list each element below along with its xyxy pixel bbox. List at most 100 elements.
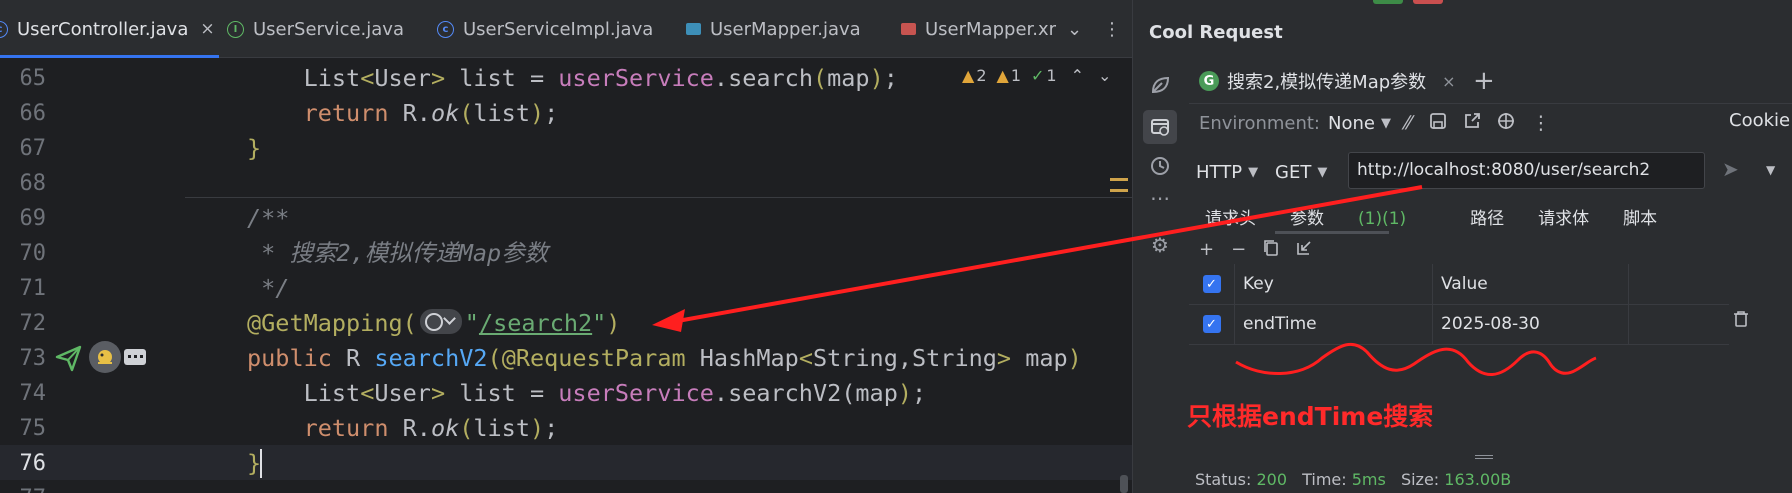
line-number: 70 (19, 241, 47, 266)
bean-icon[interactable] (89, 341, 121, 373)
mapper-icon (686, 23, 701, 35)
tab-user-service[interactable]: I UserService.java (227, 0, 404, 58)
leaf-icon[interactable] (1143, 68, 1177, 102)
chevron-up-icon[interactable]: ⌃ (1071, 66, 1084, 85)
param-value[interactable]: 2025-08-30 (1433, 304, 1629, 344)
save-icon[interactable] (1429, 112, 1447, 135)
code-line-66[interactable]: return R.ok(list); (247, 96, 559, 131)
close-icon[interactable]: × (200, 19, 214, 39)
chevron-down-icon[interactable]: ⌄ (1098, 66, 1111, 85)
mapping-icon[interactable] (124, 349, 146, 365)
method-select[interactable]: GET ▼ (1275, 160, 1327, 184)
method-separator (185, 197, 1132, 198)
code-editor[interactable]: c UserController.java × I UserService.ja… (0, 0, 1132, 493)
tab-user-mapper-xml[interactable]: UserMapper.xr (901, 0, 1056, 58)
more-options-icon[interactable]: ⋮ (1531, 112, 1550, 134)
link-icon[interactable]: ⁄⁄ (1405, 112, 1411, 134)
import-icon[interactable] (1296, 239, 1312, 263)
cookie-tab[interactable]: Cookie (1729, 110, 1790, 131)
interface-icon: I (227, 20, 244, 38)
protocol-select[interactable]: HTTP ▼ (1196, 160, 1258, 184)
tab-body[interactable]: 请求体 (1538, 204, 1589, 230)
line-number: 73 (19, 346, 47, 371)
more-options-icon[interactable]: ⋮ (1103, 0, 1121, 58)
url-input[interactable]: http://localhost:8080/user/search2 (1348, 152, 1705, 189)
environment-selector[interactable]: Environment: None ▼ (1199, 110, 1391, 136)
line-number: 66 (19, 101, 47, 126)
tab-label: UserMapper.xr (925, 18, 1057, 40)
add-tab-button[interactable]: + (1473, 64, 1495, 98)
editor-tab-bar: c UserController.java × I UserService.ja… (0, 0, 1132, 58)
tab-label: UserService.java (253, 18, 404, 40)
tab-label: UserController.java (17, 18, 189, 40)
checkbox-checked-icon: ✓ (1202, 315, 1221, 333)
tab-user-service-impl[interactable]: c UserServiceImpl.java (437, 0, 653, 58)
tab-script[interactable]: 脚本 (1623, 204, 1657, 230)
tab-user-controller[interactable]: c UserController.java × (0, 0, 219, 58)
globe-icon[interactable] (419, 309, 462, 334)
remove-icon[interactable]: − (1231, 239, 1246, 263)
param-key[interactable]: endTime (1235, 304, 1433, 344)
line-number: 65 (19, 66, 47, 91)
copy-icon[interactable] (1263, 239, 1279, 263)
row-checkbox[interactable]: ✓ (1189, 304, 1235, 344)
environment-value: None (1328, 112, 1375, 134)
code-line-71[interactable]: */ (247, 271, 289, 306)
trash-icon[interactable] (1733, 310, 1749, 333)
send-request-icon[interactable] (54, 343, 84, 373)
send-icon[interactable]: ➤ (1722, 157, 1739, 181)
row-divider (1189, 344, 1729, 345)
check-icon: ✓ (1031, 66, 1045, 85)
code-line-70[interactable]: * 搜索2,模拟传递Map参数 (247, 236, 548, 271)
tab-divider (1189, 103, 1792, 104)
request-tab[interactable]: G 搜索2,模拟传递Map参数 × (1199, 64, 1456, 98)
send-options-chevron-icon[interactable]: ▼ (1766, 163, 1775, 177)
warning-icon: ▲ (962, 66, 975, 85)
code-line-75[interactable]: return R.ok(list); (247, 411, 559, 446)
response-size: 163.00B (1444, 470, 1512, 489)
gear-icon[interactable]: ⚙ (1143, 228, 1177, 262)
scrollbar-thumb[interactable] (1120, 475, 1128, 493)
tab-path[interactable]: 路径 (1470, 204, 1504, 230)
window-button[interactable] (1373, 0, 1403, 4)
reader-mode-icon[interactable] (1110, 178, 1128, 192)
class-icon: c (0, 20, 8, 38)
chevron-down-icon: ▼ (1317, 164, 1328, 180)
code-line-72[interactable]: @GetMapping("/search2") (247, 306, 620, 341)
target-icon[interactable] (1497, 112, 1515, 135)
tab-headers[interactable]: 请求头 (1205, 204, 1256, 230)
line-number: 69 (19, 206, 47, 231)
tab-user-mapper[interactable]: UserMapper.java (686, 0, 861, 58)
line-number: 67 (19, 136, 47, 161)
line-number: 71 (19, 276, 47, 301)
tab-label: UserServiceImpl.java (463, 18, 654, 40)
code-line-65[interactable]: List<User> list = userService.search(map… (247, 61, 898, 96)
header-checkbox[interactable]: ✓ (1189, 264, 1235, 304)
table-row[interactable]: ✓ endTime 2025-08-30 (1189, 304, 1729, 344)
api-request-icon[interactable] (1143, 110, 1177, 144)
selected-tab-indicator (1275, 231, 1389, 234)
get-method-icon: G (1199, 71, 1219, 91)
chevron-down-icon: ▼ (1380, 115, 1391, 131)
tab-label: UserMapper.java (710, 18, 861, 40)
code-line-74[interactable]: List<User> list = userService.searchV2(m… (247, 376, 927, 411)
tab-params[interactable]: 参数 (1)(1) (1290, 204, 1440, 230)
close-icon[interactable]: × (1442, 72, 1455, 91)
add-icon[interactable]: + (1199, 239, 1214, 263)
line-number: 68 (19, 171, 47, 196)
current-line-highlight (0, 445, 1132, 480)
request-subtabs: 请求头 参数 (1)(1) 路径 请求体 脚本 (1205, 204, 1691, 230)
tab-list-chevron-down-icon[interactable]: ⌄ (1067, 0, 1082, 58)
code-line-69[interactable]: /** (247, 201, 289, 236)
more-icon[interactable]: ⋯ (1143, 186, 1177, 210)
panel-title: Cool Request (1149, 22, 1283, 43)
inspection-widget[interactable]: ▲ 2 ▲ 1 ✓ 1 ⌃ ⌄ (962, 58, 1111, 93)
response-time: 5ms (1351, 470, 1386, 489)
external-link-icon[interactable] (1463, 112, 1481, 135)
code-line-67[interactable]: } (247, 131, 261, 166)
line-number: 74 (19, 381, 47, 406)
window-button[interactable] (1413, 0, 1443, 4)
code-line-73[interactable]: public R searchV2(@RequestParam HashMap<… (247, 341, 1082, 376)
splitter-handle[interactable] (1475, 455, 1493, 456)
history-clock-icon[interactable] (1143, 149, 1177, 183)
